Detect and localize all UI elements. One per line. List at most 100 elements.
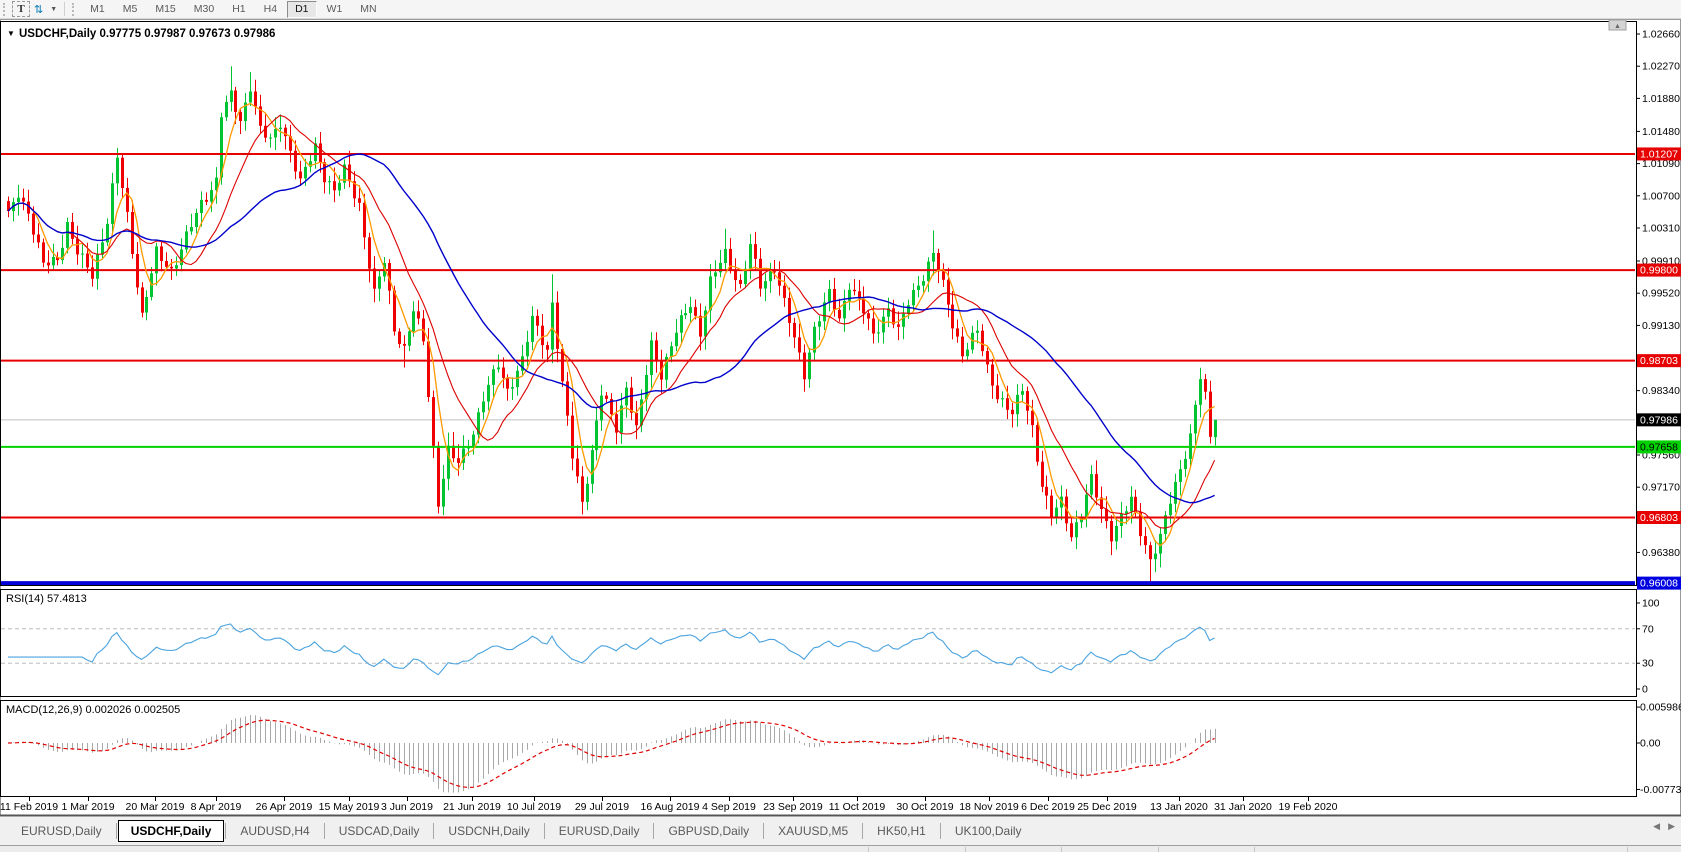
date-label: 29 Jul 2019 <box>575 801 629 813</box>
tab-separator <box>433 823 435 839</box>
chart-window[interactable]: 1.026601.022701.018801.014801.010901.007… <box>0 0 1681 817</box>
date-label: 13 Jan 2020 <box>1150 801 1208 813</box>
tab-separator <box>543 823 545 839</box>
date-label: 18 Nov 2019 <box>959 801 1019 813</box>
chart-title: USDCHF,Daily 0.97775 0.97987 0.97673 0.9… <box>19 28 275 40</box>
tabs-scroll-right-icon[interactable]: ▶ <box>1668 821 1675 832</box>
date-label: 16 Aug 2019 <box>641 801 700 813</box>
axis-label: 30 <box>1642 658 1654 670</box>
toolbar-separator <box>64 2 66 16</box>
axis-label: 1.02270 <box>1642 61 1680 73</box>
macd-label: MACD(12,26,9) 0.002026 0.002505 <box>6 704 180 716</box>
timeframe-button-h4[interactable]: H4 <box>256 1 285 18</box>
axis-label: 1.00310 <box>1642 222 1680 234</box>
chart-tab-usdcad-daily[interactable]: USDCAD,Daily <box>326 821 433 841</box>
status-separator <box>965 847 966 852</box>
date-label: 23 Sep 2019 <box>763 801 823 813</box>
axis-label: 0.96008 <box>1640 578 1678 590</box>
axis-label: 1.02660 <box>1642 29 1680 41</box>
date-label: 6 Dec 2019 <box>1021 801 1075 813</box>
timeframe-button-m15[interactable]: M15 <box>147 1 183 18</box>
tab-separator <box>862 823 864 839</box>
axis-label: 1.01880 <box>1642 93 1680 105</box>
chart-tab-usdcnh-daily[interactable]: USDCNH,Daily <box>435 821 542 841</box>
timeframe-button-d1[interactable]: D1 <box>287 0 317 18</box>
chart-tab-uk100-daily[interactable]: UK100,Daily <box>942 821 1035 841</box>
text-label-tool-button[interactable]: T <box>12 1 30 17</box>
chart-tab-eurusd-daily[interactable]: EURUSD,Daily <box>8 821 115 841</box>
date-label: 1 Mar 2019 <box>61 801 114 813</box>
axis-label: 1.00700 <box>1642 190 1680 202</box>
date-label: 19 Feb 2020 <box>1279 801 1338 813</box>
tab-separator <box>115 823 117 839</box>
date-label: 3 Jun 2019 <box>381 801 433 813</box>
axis-label: 0.96380 <box>1642 547 1680 559</box>
date-label: 21 Jun 2019 <box>443 801 501 813</box>
tab-separator <box>653 823 655 839</box>
terminal-window: T ⇅ ▼ M1 M5 M15 M30 H1 H4 D1 W1 MN 1.02660 1.0227… <box>0 0 1681 852</box>
axis-label: 0.005986 <box>1640 702 1681 714</box>
scroll-up-icon: ▲ <box>1614 23 1621 30</box>
tabs-scroll-left-icon[interactable]: ◀ <box>1653 821 1660 832</box>
chart-tab-eurusd-daily[interactable]: EURUSD,Daily <box>546 821 653 841</box>
timeframe-button-m5[interactable]: M5 <box>115 1 146 18</box>
tab-separator <box>225 823 227 839</box>
date-label: 25 Dec 2019 <box>1077 801 1137 813</box>
axis-label: 0.99800 <box>1640 265 1678 277</box>
chart-tab-xauusd-m5[interactable]: XAUUSD,M5 <box>765 821 861 841</box>
axis-label: 0 <box>1642 684 1648 696</box>
axis-label: 0.98340 <box>1642 385 1680 397</box>
axis-label: 1.01480 <box>1642 126 1680 138</box>
cycle-arrows-tool-button[interactable]: ⇅ <box>30 1 47 17</box>
tool-dropdown-button[interactable]: ▼ <box>47 1 60 17</box>
date-label: 26 Apr 2019 <box>256 801 313 813</box>
date-label: 4 Sep 2019 <box>702 801 756 813</box>
chart-tab-hk50-h1[interactable]: HK50,H1 <box>864 821 939 841</box>
axis-label: 100 <box>1642 598 1660 610</box>
axis-label: 0.99130 <box>1642 320 1680 332</box>
timeframe-button-h1[interactable]: H1 <box>224 1 253 18</box>
axis-label: 1.01207 <box>1640 148 1678 160</box>
date-label: 8 Apr 2019 <box>191 801 242 813</box>
status-separator <box>1254 847 1255 852</box>
timeframe-button-w1[interactable]: W1 <box>319 1 351 18</box>
tab-separator <box>939 823 941 839</box>
up-down-arrows-icon: ⇅ <box>34 3 44 16</box>
status-separator <box>1627 847 1628 852</box>
chart-tab-usdchf-daily[interactable]: USDCHF,Daily <box>117 820 225 842</box>
timeframe-button-m30[interactable]: M30 <box>186 1 222 18</box>
tab-separator <box>323 823 325 839</box>
status-separator <box>1061 847 1062 852</box>
date-label: 30 Oct 2019 <box>896 801 953 813</box>
chart-tabs: EURUSD,Daily USDCHF,Daily AUDUSD,H4 USDCAD,… <box>0 817 1035 845</box>
timeframe-grip[interactable] <box>72 2 77 16</box>
axis-label: 70 <box>1642 623 1654 635</box>
axis-label: 0.99520 <box>1642 288 1680 300</box>
toolbar: T ⇅ ▼ M1 M5 M15 M30 H1 H4 D1 W1 MN <box>0 0 1681 19</box>
timeframe-button-mn[interactable]: MN <box>352 1 384 18</box>
chart-tabs-bar: EURUSD,Daily USDCHF,Daily AUDUSD,H4 USDCAD,… <box>0 817 1681 846</box>
axis-label: -0.007737 <box>1640 784 1681 796</box>
axis-label: 0.97170 <box>1642 482 1680 494</box>
axis-label: 0.96803 <box>1640 512 1678 524</box>
date-label: 15 May 2019 <box>319 801 380 813</box>
chart-tab-gbpusd-daily[interactable]: GBPUSD,Daily <box>655 821 762 841</box>
status-separator <box>868 847 869 852</box>
date-label: 11 Oct 2019 <box>829 801 886 813</box>
axis-label: 0.00 <box>1640 738 1661 750</box>
tab-separator <box>763 823 765 839</box>
tab-scroll-arrows: ◀ ▶ <box>1653 821 1675 832</box>
axis-label: 0.97986 <box>1640 414 1678 426</box>
axis-label: 0.97658 <box>1640 441 1678 453</box>
date-label: 10 Jul 2019 <box>507 801 561 813</box>
status-bar <box>0 845 1681 852</box>
chart-menu-icon[interactable]: ▼ <box>7 29 15 38</box>
chart-tab-audusd-h4[interactable]: AUDUSD,H4 <box>227 821 322 841</box>
timeframe-bar: M1 M5 M15 M30 H1 H4 D1 W1 MN <box>81 0 385 18</box>
rsi-label: RSI(14) 57.4813 <box>6 593 87 605</box>
date-label: 11 Feb 2019 <box>0 801 58 813</box>
toolbar-grip[interactable] <box>3 2 8 16</box>
date-label: 20 Mar 2019 <box>126 801 185 813</box>
date-label: 31 Jan 2020 <box>1214 801 1272 813</box>
timeframe-button-m1[interactable]: M1 <box>82 1 113 18</box>
